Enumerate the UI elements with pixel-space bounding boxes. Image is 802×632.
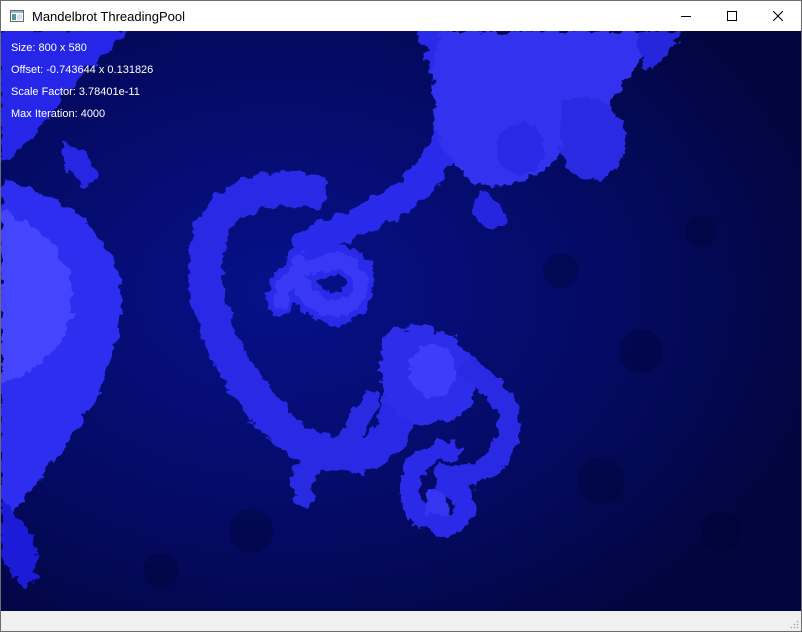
close-icon <box>773 11 783 21</box>
window-title: Mandelbrot ThreadingPool <box>32 8 185 24</box>
maximize-icon <box>727 11 737 21</box>
status-bar <box>1 611 801 631</box>
application-window-icon <box>10 10 24 22</box>
title-bar[interactable]: Mandelbrot ThreadingPool <box>1 1 801 31</box>
max-iteration-readout: Max Iteration: 4000 <box>11 108 106 120</box>
scale-factor-readout: Scale Factor: 3.78401e-11 <box>11 86 140 98</box>
resize-grip-icon[interactable] <box>789 619 799 629</box>
fractal-canvas[interactable]: Size: 800 x 580 Offset: -0.743644 x 0.13… <box>1 31 801 611</box>
close-button[interactable] <box>755 1 801 31</box>
size-readout: Size: 800 x 580 <box>11 42 87 54</box>
maximize-button[interactable] <box>709 1 755 31</box>
info-overlay: Size: 800 x 580 Offset: -0.743644 x 0.13… <box>11 37 153 125</box>
application-window: Mandelbrot ThreadingPool Size: 800 x 580… <box>0 0 802 632</box>
minimize-button[interactable] <box>663 1 709 31</box>
minimize-icon <box>681 16 691 17</box>
offset-readout: Offset: -0.743644 x 0.131826 <box>11 64 154 76</box>
